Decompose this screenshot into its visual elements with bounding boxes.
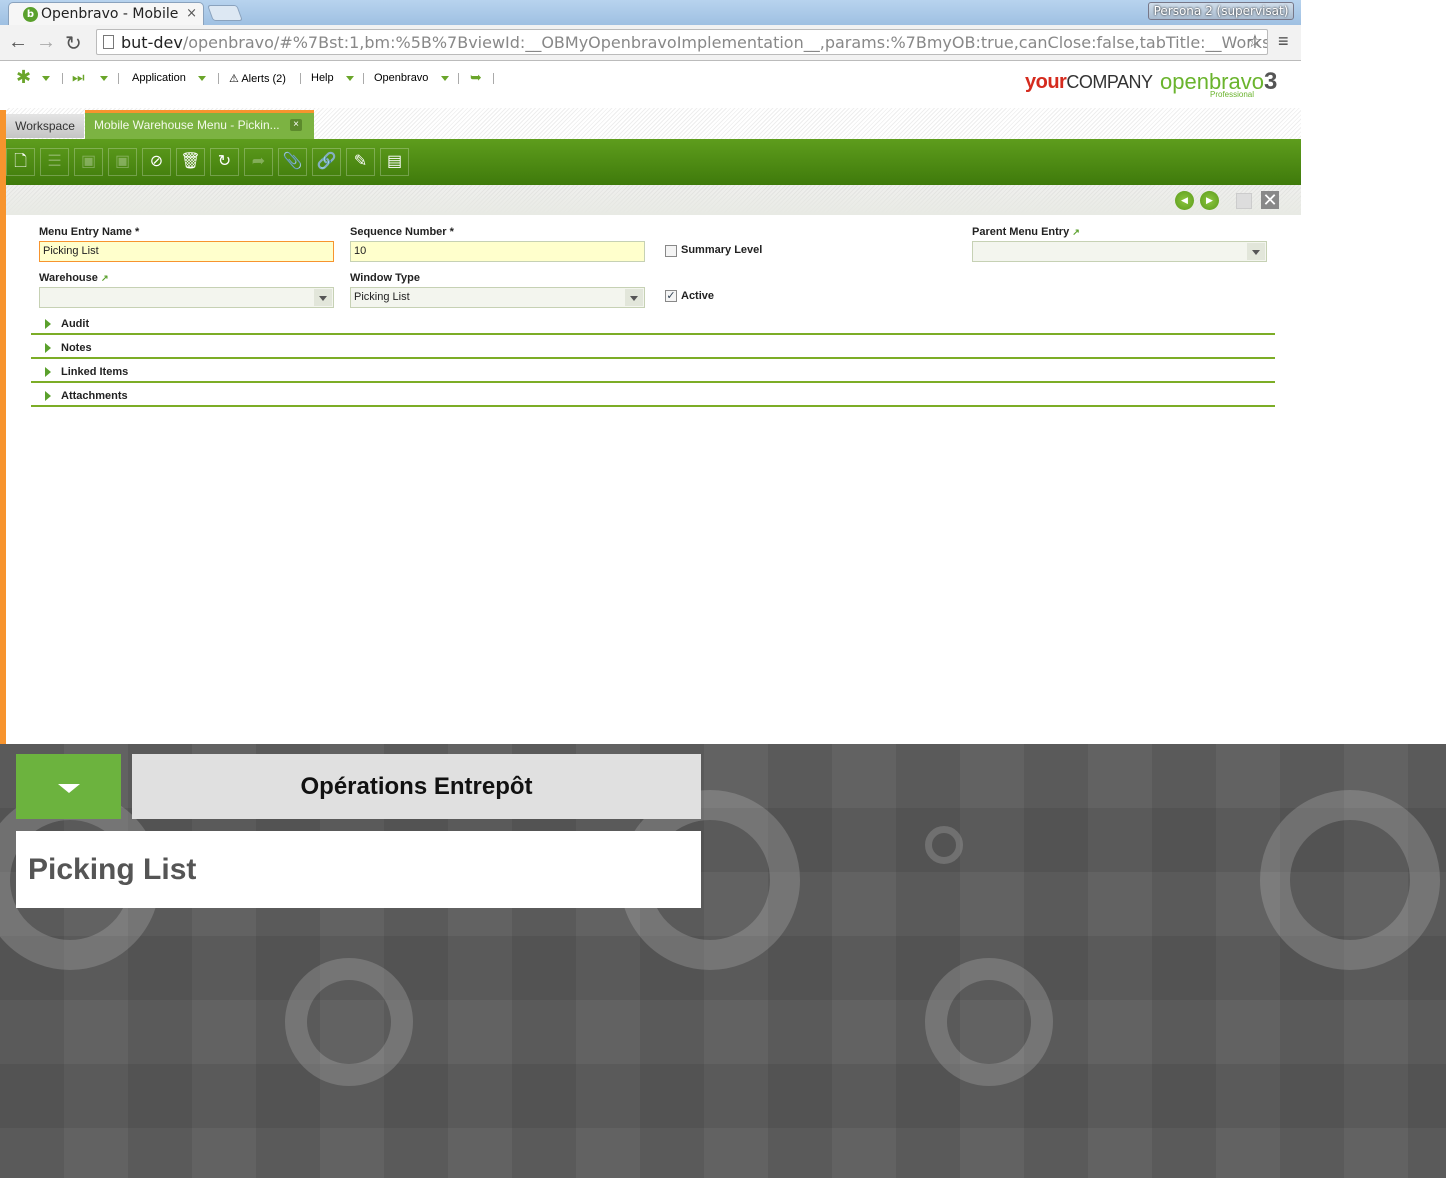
sequence-number-label: Sequence Number *	[350, 226, 454, 238]
chevron-down-icon[interactable]	[1247, 243, 1265, 260]
quick-launch-icon[interactable]: ⏭	[72, 69, 85, 86]
section-notes[interactable]: Notes	[31, 335, 1275, 359]
expand-arrow-icon	[45, 367, 51, 377]
active-label: Active	[681, 290, 715, 302]
application-menu[interactable]: Application	[132, 72, 207, 84]
sequence-number-input[interactable]: 10	[350, 241, 645, 262]
delete-icon[interactable]: 🗑	[176, 148, 205, 176]
chevron-down-icon[interactable]	[314, 289, 332, 306]
save-close-icon[interactable]: ▣	[108, 148, 137, 176]
warehouse-select[interactable]	[39, 287, 334, 308]
company-logo: yourCOMPANY	[1025, 71, 1153, 93]
new-document-icon[interactable]: 🗋	[6, 148, 35, 176]
openbravo-watermark-icon	[1260, 790, 1440, 970]
browser-menu-icon[interactable]: ≡	[1278, 31, 1289, 52]
window-type-label: Window Type	[350, 272, 420, 284]
next-record-icon[interactable]: ▶	[1200, 191, 1219, 210]
chevron-down-icon[interactable]	[625, 289, 643, 306]
toolbar: 🗋 ☰ ▣ ▣ ⊘ 🗑 ↻ ➦ 📎 🔗 ✎ ▤	[6, 139, 1301, 185]
openbravo-watermark-icon	[925, 958, 1053, 1086]
openbravo-logo: openbravo3 Professional	[1160, 68, 1278, 99]
expand-arrow-icon	[45, 343, 51, 353]
section-linked-items[interactable]: Linked Items	[31, 359, 1275, 383]
forward-icon[interactable]: →	[36, 31, 56, 54]
link-arrow-icon[interactable]: ↗	[1072, 227, 1080, 237]
url-input[interactable]: but-dev/openbravo/#%7Bst:1,bm:%5B%7Bview…	[96, 29, 1268, 55]
openbravo-favicon-icon: b	[23, 7, 38, 22]
previous-record-icon[interactable]: ◀	[1175, 191, 1194, 210]
browser-tab[interactable]: b Openbravo - Mobile ×	[8, 2, 204, 25]
link-icon[interactable]: 🔗	[312, 148, 341, 176]
profile-badge[interactable]: Persona 2 (supervisat)	[1148, 2, 1294, 20]
quick-create-icon[interactable]: ✱	[16, 67, 31, 88]
menu-entry-name-input[interactable]: Picking List	[39, 241, 334, 262]
summary-level-label: Summary Level	[681, 244, 763, 256]
warehouse-label: Warehouse ↗	[39, 272, 109, 284]
bookmark-star-icon[interactable]: ☆	[1247, 31, 1263, 52]
openbravo-watermark-icon	[925, 826, 963, 864]
alerts-menu[interactable]: ⚠ Alerts (2)	[229, 72, 286, 85]
reload-icon[interactable]: ↻	[65, 31, 82, 56]
link-arrow-icon[interactable]: ↗	[101, 273, 109, 283]
close-form-icon[interactable]: ✕	[1261, 191, 1279, 209]
maximize-icon[interactable]	[1236, 193, 1252, 209]
save-icon[interactable]: ▣	[74, 148, 103, 176]
expand-arrow-icon	[45, 319, 51, 329]
warning-icon: ⚠	[229, 73, 239, 85]
customize-icon[interactable]: ✎	[346, 148, 375, 176]
attachment-icon[interactable]: 📎	[278, 148, 307, 176]
mobile-menu-title: Opérations Entrepôt	[132, 754, 701, 819]
back-icon[interactable]: ←	[8, 31, 28, 54]
parent-menu-entry-select[interactable]	[972, 241, 1267, 262]
close-tab-icon[interactable]: ×	[186, 6, 197, 21]
browser-tab-title: Openbravo - Mobile	[41, 6, 179, 22]
openbravo-menu[interactable]: Openbravo	[374, 72, 449, 84]
url-path: /openbravo/#%7Bst:1,bm:%5B%7BviewId:__OB…	[182, 33, 1268, 52]
toggle-view-icon[interactable]: ▤	[380, 148, 409, 176]
url-host: but-dev	[121, 33, 183, 52]
logout-icon[interactable]: ➥	[470, 69, 482, 86]
summary-level-checkbox[interactable]	[665, 245, 677, 257]
section-audit[interactable]: Audit	[31, 311, 1275, 335]
tab-mobile-warehouse-menu[interactable]: Mobile Warehouse Menu - Pickin... ×	[85, 110, 314, 139]
openbravo-watermark-icon	[285, 958, 413, 1086]
menu-entry-name-label: Menu Entry Name *	[39, 226, 140, 238]
new-row-icon[interactable]: ☰	[40, 148, 69, 176]
tab-workspace[interactable]: Workspace	[6, 114, 84, 138]
export-icon[interactable]: ➦	[244, 148, 273, 176]
quick-create-dropdown[interactable]	[42, 72, 50, 84]
mobile-menu-dropdown-button[interactable]	[16, 754, 121, 819]
page-icon	[103, 35, 114, 49]
expand-arrow-icon	[45, 391, 51, 401]
mobile-menu-item-picking-list[interactable]: Picking List	[16, 831, 701, 908]
help-menu[interactable]: Help	[311, 72, 354, 84]
cancel-icon[interactable]: ⊘	[142, 148, 171, 176]
window-type-select[interactable]: Picking List	[350, 287, 645, 308]
new-tab-button[interactable]	[207, 5, 243, 21]
parent-menu-entry-label: Parent Menu Entry ↗	[972, 226, 1080, 238]
address-bar: ← → ↻ but-dev/openbravo/#%7Bst:1,bm:%5B%…	[0, 25, 1301, 61]
refresh-icon[interactable]: ↻	[210, 148, 239, 176]
quick-launch-dropdown[interactable]	[100, 72, 108, 84]
form-header: ◀ ▶	[6, 185, 1301, 215]
section-attachments[interactable]: Attachments	[31, 383, 1275, 407]
active-checkbox[interactable]: ✓	[665, 290, 677, 302]
close-tab-icon[interactable]: ×	[290, 119, 302, 131]
